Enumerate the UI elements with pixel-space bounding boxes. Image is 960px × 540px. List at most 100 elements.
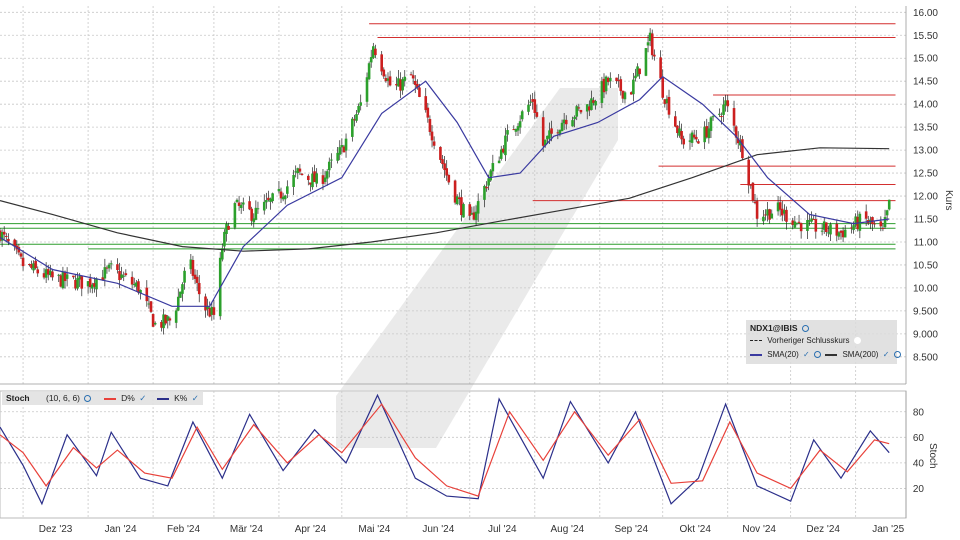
y-tick-label: 12.50 [913,169,938,180]
x-tick-label: Jan '24 [105,524,137,535]
candle-body [7,238,10,242]
y-tick-label: 10.50 [913,260,938,271]
candle-body [122,275,126,277]
candle-body [212,307,216,315]
stoch-tick-label: 20 [913,484,925,495]
candle-body [418,87,421,97]
candle-body [659,57,662,79]
candle-body [145,287,149,302]
stoch-name: Stoch [6,393,30,403]
candle-body [485,186,488,189]
candle-body [130,276,134,285]
candle-body [571,120,574,127]
candle-body [283,195,287,200]
x-tick-label: Feb '24 [167,524,200,535]
x-tick-label: Dez '23 [39,524,73,535]
candle-body [271,193,274,202]
candle-body [80,276,84,289]
candle-body [151,314,155,327]
y-tick-label: 14.00 [913,100,938,111]
candle-body [195,276,199,283]
candle-body [365,77,369,102]
legend-k: K% [174,393,188,403]
candle-body [747,159,751,186]
candle-body [315,173,318,184]
candle-body [265,200,268,203]
candle-body [632,79,635,95]
candle-body [359,102,363,106]
candle-body [887,199,891,210]
y-tick-label: 15.50 [913,31,938,42]
candle-body [732,108,736,126]
candle-body [885,210,889,216]
toggle-icon[interactable] [853,337,861,345]
legend-previous-close: Vorheriger Schlusskurs [767,336,850,345]
candle-body [797,221,801,223]
check-icon[interactable]: ✓ [192,393,199,403]
candle-body [439,146,442,160]
candle-body [76,278,79,289]
y-tick-label: 16.00 [913,8,938,19]
y-tick-label: 13.50 [913,123,938,134]
stoch-params: (10, 6, 6) [46,393,81,403]
candle-body [520,111,524,120]
x-tick-label: Mär '24 [230,524,263,535]
candle-body [694,136,698,140]
candle-body [2,231,6,235]
candle-body [51,271,54,278]
candle-body [680,131,683,140]
candle-body [577,107,581,109]
candle-body [535,112,539,117]
candle-body [579,109,583,113]
x-tick-label: Sep '24 [614,524,648,535]
candle-body [4,235,8,237]
candle-body [197,282,201,295]
settings-icon[interactable] [893,351,901,359]
candle-body [432,141,436,146]
candle-body [21,257,25,267]
x-tick-label: Mai '24 [358,524,390,535]
x-tick-label: Okt '24 [680,524,712,535]
candle-body [239,204,243,208]
candle-body [286,186,289,194]
candle-body [462,204,465,218]
candle-body [344,138,348,151]
candle-body [262,201,266,211]
candle-body [650,33,654,56]
info-icon[interactable] [801,325,809,333]
check-icon[interactable]: ✓ [139,393,146,403]
candle-body [181,284,184,294]
candle-body [793,221,797,228]
check-icon[interactable]: ✓ [803,350,810,359]
legend-sma20: SMA(20) [767,350,799,359]
candle-body [661,77,665,98]
candle-body [646,42,650,46]
candle-body [653,54,656,57]
candle-body [149,301,153,312]
x-tick-label: Jul '24 [488,524,517,535]
candle-body [883,217,887,228]
y-tick-label: 13.00 [913,146,938,157]
candle-body [638,68,641,75]
settings-icon[interactable] [813,351,821,359]
candle-body [411,75,415,79]
check-icon[interactable]: ✓ [883,350,890,359]
candle-body [441,159,444,165]
candle-body [355,114,358,121]
candle-body [608,77,612,82]
candle-body [881,227,885,229]
settings-icon[interactable] [84,395,92,403]
candle-body [873,223,876,225]
candle-body [256,208,260,210]
candle-body [330,159,333,161]
candle-body [852,225,855,231]
y-tick-label: 12.00 [913,192,938,203]
candle-body [367,63,371,80]
candle-body [518,121,522,128]
candle-body [109,263,113,265]
candle-body [248,201,251,210]
candle-body [476,201,480,214]
candle-body [183,270,186,283]
y-tick-label: 11.00 [914,237,939,248]
candle-body [124,273,128,276]
